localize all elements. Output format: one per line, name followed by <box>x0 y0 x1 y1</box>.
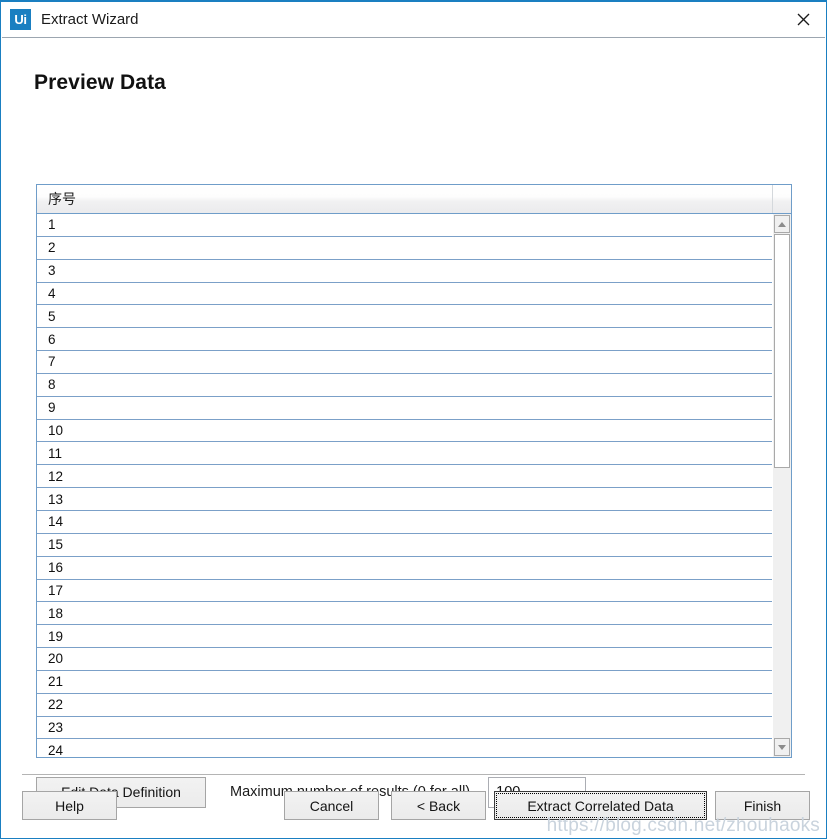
table-row[interactable]: 20 <box>37 648 772 671</box>
table-cell: 15 <box>48 537 64 553</box>
table-cell: 12 <box>48 468 64 484</box>
extract-correlated-data-button[interactable]: Extract Correlated Data <box>494 791 707 820</box>
extract-wizard-dialog: Ui Extract Wizard Preview Data 序号 123456… <box>0 0 827 839</box>
table-cell: 1 <box>48 217 56 233</box>
dialog-content: Preview Data 序号 1 2 3 4 5 6 7 8 9 10 11 12 13 14 15 16 1… <box>1 71 826 808</box>
table-row[interactable]: 2 <box>37 236 772 260</box>
table-cell: 2 <box>48 240 56 256</box>
table-row[interactable]: 7 <box>37 351 772 374</box>
table-row[interactable]: 22 <box>37 693 772 717</box>
table-cell: 14 <box>48 514 64 530</box>
table-cell: 19 <box>48 628 64 644</box>
table-row[interactable]: 5 <box>37 305 772 329</box>
table-row[interactable]: 18 <box>37 602 772 626</box>
scrollbar-thumb[interactable] <box>774 234 790 468</box>
grid-column-header-0[interactable]: 序号 <box>37 185 772 213</box>
table-cell: 11 <box>48 445 63 461</box>
vertical-scrollbar[interactable] <box>772 214 791 757</box>
table-row[interactable]: 16 <box>37 556 772 580</box>
table-cell: 8 <box>48 377 56 393</box>
chevron-down-icon <box>778 744 786 750</box>
table-row[interactable]: 9 <box>37 396 772 420</box>
table-cell: 9 <box>48 400 56 416</box>
table-cell: 20 <box>48 651 64 667</box>
cancel-button[interactable]: Cancel <box>284 791 379 820</box>
table-cell: 5 <box>48 308 56 324</box>
table-cell: 16 <box>48 560 64 576</box>
footer-divider <box>22 774 805 775</box>
close-glyph <box>797 13 809 25</box>
preview-data-grid: 序号 1 2 3 4 5 6 7 8 9 10 11 12 13 14 15 16 17 18 19 20 21 22 23… <box>36 184 792 758</box>
close-icon[interactable] <box>780 2 826 36</box>
table-row[interactable]: 21 <box>37 670 772 694</box>
table-cell: 6 <box>48 331 56 347</box>
back-button[interactable]: < Back <box>391 791 486 820</box>
grid-body: 1 2 3 4 5 6 7 8 9 10 11 12 13 14 15 16 17 18 19 20 21 22 23 24 <box>37 214 791 757</box>
table-row[interactable]: 1 <box>37 214 772 237</box>
table-row[interactable]: 23 <box>37 716 772 740</box>
table-cell: 18 <box>48 605 64 621</box>
table-row[interactable]: 8 <box>37 373 772 397</box>
table-cell: 24 <box>48 742 64 757</box>
table-row[interactable]: 12 <box>37 465 772 489</box>
table-cell: 17 <box>48 582 64 598</box>
table-cell: 13 <box>48 491 64 507</box>
scroll-up-button[interactable] <box>774 215 790 233</box>
table-row[interactable]: 10 <box>37 419 772 443</box>
table-cell: 7 <box>48 354 56 370</box>
page-title: Preview Data <box>34 71 166 94</box>
table-cell: 4 <box>48 285 56 301</box>
table-cell: 3 <box>48 263 56 279</box>
grid-header-row: 序号 <box>37 185 791 214</box>
table-row[interactable]: 15 <box>37 533 772 557</box>
window-title: Extract Wizard <box>41 11 139 28</box>
dialog-footer: Help Cancel < Back Extract Correlated Da… <box>1 788 826 828</box>
title-bar-divider <box>2 37 825 38</box>
title-bar: Ui Extract Wizard <box>1 2 826 37</box>
help-button[interactable]: Help <box>22 791 117 820</box>
grid-header-corner <box>772 185 791 213</box>
table-row[interactable]: 4 <box>37 282 772 306</box>
chevron-up-icon <box>778 221 786 227</box>
table-row[interactable]: 3 <box>37 259 772 283</box>
table-row[interactable]: 6 <box>37 328 772 352</box>
uipath-logo-icon: Ui <box>10 9 31 30</box>
scroll-down-button[interactable] <box>774 738 790 756</box>
table-cell: 23 <box>48 719 64 735</box>
grid-rows-container: 1 2 3 4 5 6 7 8 9 10 11 12 13 14 15 16 17 18 19 20 21 22 23 24 <box>37 214 772 757</box>
table-row[interactable]: 13 <box>37 488 772 511</box>
table-row[interactable]: 24 <box>37 739 772 757</box>
table-cell: 22 <box>48 697 64 713</box>
table-row[interactable]: 19 <box>37 625 772 649</box>
table-row[interactable]: 17 <box>37 579 772 603</box>
finish-button[interactable]: Finish <box>715 791 810 820</box>
table-row[interactable]: 14 <box>37 510 772 534</box>
table-cell: 10 <box>48 423 64 439</box>
table-cell: 21 <box>48 674 64 690</box>
scrollbar-track[interactable] <box>774 234 790 737</box>
table-row[interactable]: 11 <box>37 442 772 466</box>
